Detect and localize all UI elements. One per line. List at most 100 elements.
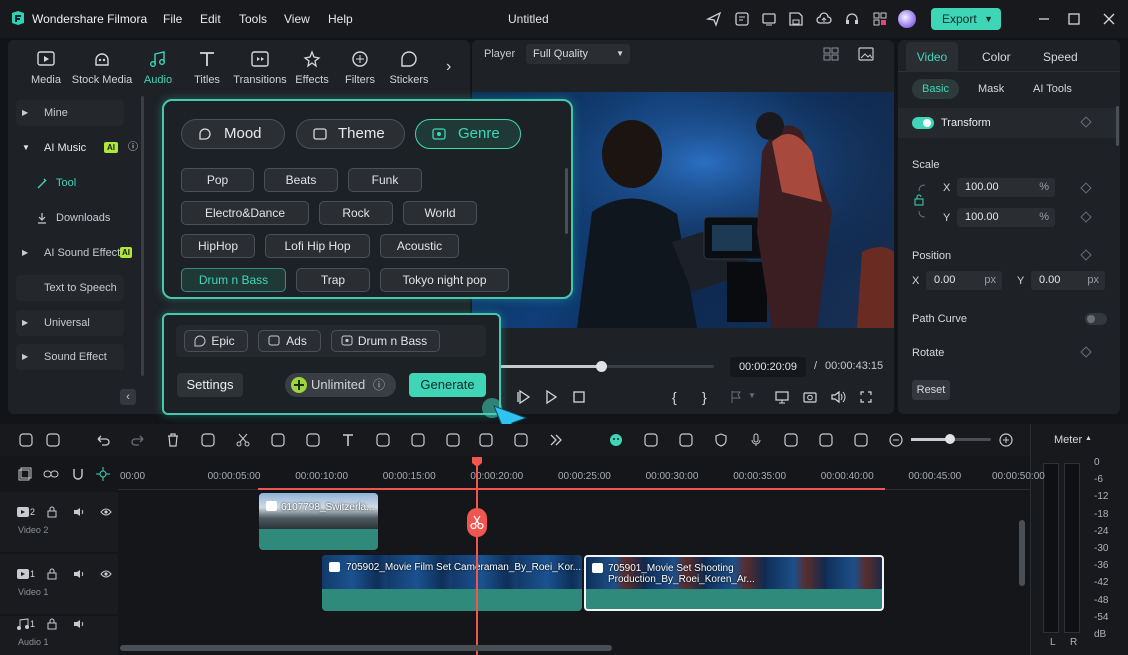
screen-icon[interactable] — [761, 11, 777, 27]
tab-speed[interactable]: Speed — [1043, 50, 1078, 64]
sidebar-item-ai-music[interactable]: ▼ AI Music AI ⓘ — [16, 135, 138, 161]
lock-icon[interactable] — [46, 568, 58, 580]
chevron-right-icon[interactable]: › — [446, 58, 451, 76]
caret-up-icon[interactable]: ▲ — [1085, 435, 1092, 442]
help-icon[interactable]: ⓘ — [373, 373, 385, 397]
video-clip[interactable]: 6107798_Switzerla... — [259, 493, 378, 550]
menu-edit[interactable]: Edit — [200, 12, 221, 26]
template-icon[interactable] — [734, 11, 750, 27]
generate-button[interactable]: Generate — [409, 373, 486, 397]
zoom-slider[interactable] — [911, 434, 991, 444]
eye-icon[interactable] — [100, 506, 112, 518]
speed-icon[interactable] — [410, 432, 426, 448]
text-icon[interactable] — [340, 432, 356, 448]
grid-view-icon[interactable] — [823, 46, 839, 62]
add-track-icon[interactable] — [18, 467, 32, 481]
lock-icon[interactable] — [46, 506, 58, 518]
cloud-upload-icon[interactable] — [816, 11, 832, 27]
genre-acoustic[interactable]: Acoustic — [380, 234, 459, 258]
playback-progress-track[interactable] — [500, 361, 714, 372]
selected-tag-ads[interactable]: Ads — [258, 330, 321, 352]
fit-icon[interactable] — [853, 432, 869, 448]
more-icon[interactable] — [548, 432, 564, 448]
quality-select[interactable]: Full Quality ▼ — [526, 44, 630, 64]
mark-out-icon[interactable]: } — [702, 389, 718, 405]
crop-icon[interactable] — [270, 432, 286, 448]
display-icon[interactable] — [774, 389, 790, 405]
split-icon[interactable] — [235, 432, 251, 448]
select-arrow-icon[interactable] — [45, 432, 61, 448]
selected-tag-drum-n-bass[interactable]: Drum n Bass — [331, 330, 440, 352]
mic-icon[interactable] — [748, 432, 764, 448]
genre-pop[interactable]: Pop — [181, 168, 254, 192]
video-clip-selected[interactable]: 705901_Movie Set Shooting Production_By_… — [584, 555, 884, 611]
volume-icon[interactable] — [73, 568, 85, 580]
menu-view[interactable]: View — [284, 12, 310, 26]
menu-file[interactable]: File — [163, 12, 182, 26]
subtab-ai-tools[interactable]: AI Tools — [1033, 83, 1072, 95]
tab-color[interactable]: Color — [982, 50, 1011, 64]
chevron-down-icon[interactable]: ▼ — [748, 391, 764, 407]
sidebar-item-downloads[interactable]: Downloads — [16, 205, 124, 231]
marker-icon[interactable] — [728, 389, 744, 405]
genre-beats[interactable]: Beats — [264, 168, 338, 192]
genre-list-scrollbar[interactable] — [565, 168, 568, 234]
collapse-sidebar-button[interactable]: ‹ — [120, 389, 136, 405]
meter-label[interactable]: Meter — [1054, 434, 1082, 446]
camera-icon[interactable] — [802, 389, 818, 405]
ai-tools-icon[interactable] — [478, 432, 494, 448]
minimize-icon[interactable] — [1036, 11, 1052, 27]
play-icon[interactable] — [543, 389, 559, 405]
tab-stock-media[interactable]: Stock Media — [70, 50, 134, 86]
timeline-vertical-scrollbar[interactable] — [1019, 520, 1025, 586]
unlimited-badge[interactable]: Unlimited ⓘ — [285, 373, 396, 397]
mode-genre-button[interactable]: Genre — [415, 119, 521, 149]
help-icon[interactable]: ⓘ — [128, 135, 138, 161]
preview-icon[interactable] — [678, 432, 694, 448]
menu-help[interactable]: Help — [328, 12, 353, 26]
magnet-icon[interactable] — [71, 467, 85, 481]
link-lock-icon[interactable] — [913, 182, 931, 222]
save-icon[interactable] — [788, 11, 804, 27]
tab-video[interactable]: Video — [906, 42, 958, 72]
lock-icon[interactable] — [46, 618, 58, 630]
close-icon[interactable] — [1101, 11, 1117, 27]
maximize-icon[interactable] — [1066, 11, 1082, 27]
eye-icon[interactable] — [100, 568, 112, 580]
redo-icon[interactable] — [130, 432, 146, 448]
mark-in-icon[interactable]: { — [672, 389, 688, 405]
undo-icon[interactable] — [95, 432, 111, 448]
snap-icon[interactable] — [96, 467, 110, 481]
position-x-input[interactable]: 0.00 px — [926, 271, 1002, 290]
delete-icon[interactable] — [165, 432, 181, 448]
subtab-basic[interactable]: Basic — [912, 79, 959, 99]
genre-hiphop[interactable]: HipHop — [181, 234, 255, 258]
volume-icon[interactable] — [73, 618, 85, 630]
genre-tokyo-night-pop[interactable]: Tokyo night pop — [380, 268, 509, 292]
sidebar-item-tool[interactable]: Tool — [16, 170, 124, 196]
send-icon[interactable] — [706, 11, 722, 27]
properties-scrollbar[interactable] — [1116, 106, 1119, 146]
edit-icon[interactable] — [513, 432, 529, 448]
playback-progress-handle[interactable] — [595, 361, 607, 372]
scale-x-input[interactable]: 100.00% — [957, 178, 1055, 197]
path-curve-toggle[interactable] — [1085, 313, 1107, 325]
video-clip[interactable]: 705902_Movie Film Set Cameraman_By_Roei_… — [322, 555, 582, 611]
genre-world[interactable]: World — [403, 201, 477, 225]
record-icon[interactable] — [608, 432, 624, 448]
screen-record-icon[interactable] — [818, 432, 834, 448]
mode-theme-button[interactable]: Theme — [296, 119, 405, 149]
fullscreen-icon[interactable] — [858, 389, 874, 405]
headset-icon[interactable] — [844, 11, 860, 27]
zoom-slider-handle[interactable] — [945, 434, 955, 444]
settings-button[interactable]: Settings — [177, 373, 243, 397]
subtab-mask[interactable]: Mask — [978, 83, 1004, 95]
split-scissors-icon[interactable] — [467, 508, 487, 537]
tab-transitions[interactable]: Transitions — [230, 50, 290, 86]
volume-icon[interactable] — [830, 389, 846, 405]
timer-icon[interactable] — [445, 432, 461, 448]
sidebar-item-mine[interactable]: ▶ Mine — [16, 100, 124, 126]
link-icon[interactable] — [43, 467, 59, 481]
avatar[interactable] — [898, 10, 916, 28]
transform-toggle[interactable] — [912, 117, 934, 129]
